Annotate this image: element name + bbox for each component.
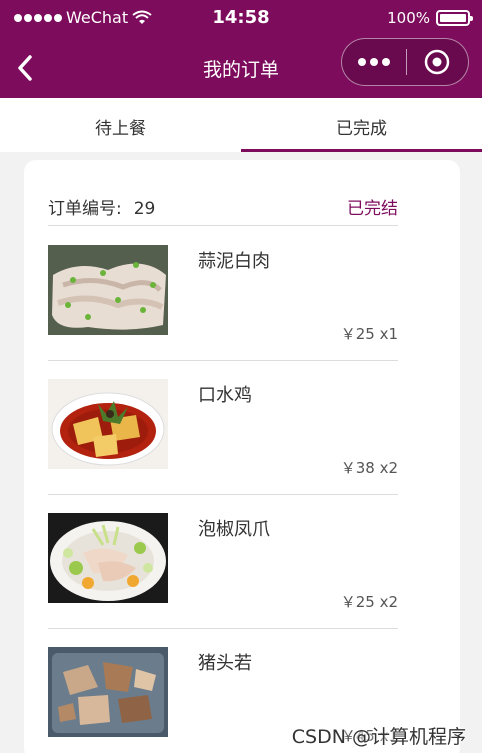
order-number-label: 订单编号: <box>48 199 122 219</box>
order-number: 订单编号: 29 <box>48 194 155 219</box>
tab-completed[interactable]: 已完成 <box>241 98 482 152</box>
order-card[interactable]: 订单编号: 29 已完结 蒜泥白肉 ￥25 x1 口水鸡 ￥38 x2 泡椒凤爪… <box>24 160 460 753</box>
battery-percent: 100% <box>387 9 430 27</box>
navigation-bar: 我的订单 <box>0 38 482 98</box>
dish-image <box>48 647 168 737</box>
watermark: CSDN @计算机程序 <box>291 726 466 748</box>
order-item[interactable]: 泡椒凤爪 ￥25 x2 <box>48 495 398 629</box>
more-button[interactable] <box>342 39 406 85</box>
order-status: 已完结 <box>347 199 398 219</box>
tab-pending[interactable]: 待上餐 <box>0 98 241 152</box>
target-close-icon <box>424 49 450 75</box>
dish-price: ￥25 x1 <box>340 325 398 343</box>
dish-name: 泡椒凤爪 <box>198 519 270 540</box>
order-header: 订单编号: 29 已完结 <box>48 194 398 226</box>
dish-price: ￥38 x2 <box>340 459 398 477</box>
dish-price: ￥25 x2 <box>340 593 398 611</box>
battery-info: 100% <box>387 9 473 27</box>
more-icon <box>357 58 366 66</box>
dish-image <box>48 513 168 603</box>
dish-image <box>48 379 168 469</box>
mini-program-capsule <box>341 38 469 86</box>
dish-name: 猪头若 <box>198 653 252 674</box>
close-mini-program-button[interactable] <box>406 39 468 85</box>
order-tabs: 待上餐 已完成 <box>0 98 482 152</box>
dish-name: 口水鸡 <box>198 385 252 406</box>
order-item[interactable]: 蒜泥白肉 ￥25 x1 <box>48 227 398 361</box>
status-bar: WeChat 14:58 100% <box>0 0 482 38</box>
order-item[interactable]: 口水鸡 ￥38 x2 <box>48 361 398 495</box>
dish-name: 蒜泥白肉 <box>198 251 270 272</box>
battery-icon <box>436 10 473 26</box>
order-number-value: 29 <box>133 199 156 219</box>
dish-image <box>48 245 168 335</box>
